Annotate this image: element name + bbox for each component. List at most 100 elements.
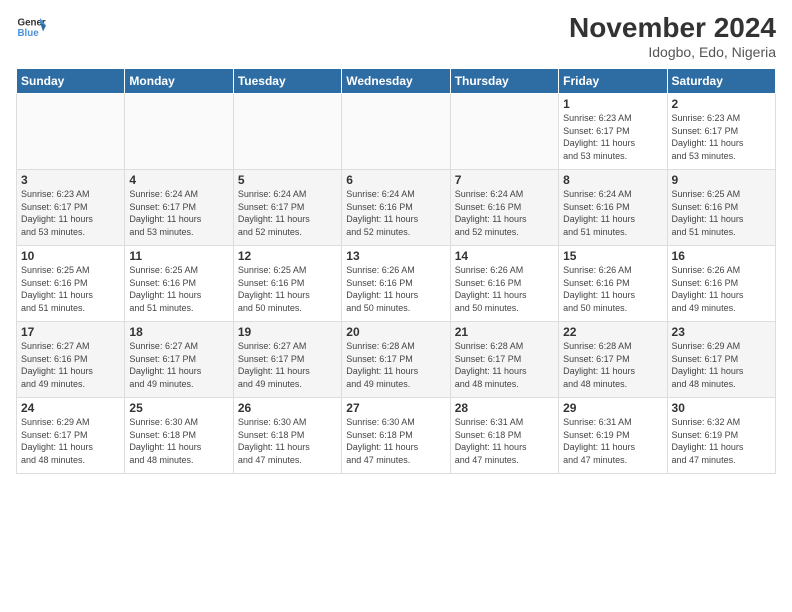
day-info: Sunrise: 6:28 AM Sunset: 6:17 PM Dayligh…	[455, 340, 554, 390]
day-number: 8	[563, 173, 662, 187]
day-info: Sunrise: 6:24 AM Sunset: 6:17 PM Dayligh…	[129, 188, 228, 238]
day-header-sunday: Sunday	[17, 69, 125, 94]
day-number: 11	[129, 249, 228, 263]
header: General Blue November 2024 Idogbo, Edo, …	[16, 12, 776, 60]
logo-icon: General Blue	[16, 12, 46, 42]
week-row-3: 10Sunrise: 6:25 AM Sunset: 6:16 PM Dayli…	[17, 246, 776, 322]
day-cell: 15Sunrise: 6:26 AM Sunset: 6:16 PM Dayli…	[559, 246, 667, 322]
day-cell: 6Sunrise: 6:24 AM Sunset: 6:16 PM Daylig…	[342, 170, 450, 246]
day-cell	[342, 94, 450, 170]
day-info: Sunrise: 6:24 AM Sunset: 6:16 PM Dayligh…	[563, 188, 662, 238]
day-info: Sunrise: 6:30 AM Sunset: 6:18 PM Dayligh…	[238, 416, 337, 466]
day-info: Sunrise: 6:23 AM Sunset: 6:17 PM Dayligh…	[672, 112, 771, 162]
day-info: Sunrise: 6:26 AM Sunset: 6:16 PM Dayligh…	[346, 264, 445, 314]
day-number: 2	[672, 97, 771, 111]
day-cell: 5Sunrise: 6:24 AM Sunset: 6:17 PM Daylig…	[233, 170, 341, 246]
day-cell: 20Sunrise: 6:28 AM Sunset: 6:17 PM Dayli…	[342, 322, 450, 398]
day-cell: 24Sunrise: 6:29 AM Sunset: 6:17 PM Dayli…	[17, 398, 125, 474]
day-number: 12	[238, 249, 337, 263]
day-info: Sunrise: 6:30 AM Sunset: 6:18 PM Dayligh…	[346, 416, 445, 466]
day-cell: 3Sunrise: 6:23 AM Sunset: 6:17 PM Daylig…	[17, 170, 125, 246]
day-cell: 16Sunrise: 6:26 AM Sunset: 6:16 PM Dayli…	[667, 246, 775, 322]
day-cell: 21Sunrise: 6:28 AM Sunset: 6:17 PM Dayli…	[450, 322, 558, 398]
day-cell: 1Sunrise: 6:23 AM Sunset: 6:17 PM Daylig…	[559, 94, 667, 170]
day-number: 26	[238, 401, 337, 415]
day-info: Sunrise: 6:29 AM Sunset: 6:17 PM Dayligh…	[672, 340, 771, 390]
day-info: Sunrise: 6:31 AM Sunset: 6:18 PM Dayligh…	[455, 416, 554, 466]
day-info: Sunrise: 6:25 AM Sunset: 6:16 PM Dayligh…	[238, 264, 337, 314]
subtitle: Idogbo, Edo, Nigeria	[569, 44, 776, 60]
day-info: Sunrise: 6:30 AM Sunset: 6:18 PM Dayligh…	[129, 416, 228, 466]
day-cell: 7Sunrise: 6:24 AM Sunset: 6:16 PM Daylig…	[450, 170, 558, 246]
day-info: Sunrise: 6:24 AM Sunset: 6:17 PM Dayligh…	[238, 188, 337, 238]
page: General Blue November 2024 Idogbo, Edo, …	[0, 0, 792, 612]
main-title: November 2024	[569, 12, 776, 44]
day-cell: 27Sunrise: 6:30 AM Sunset: 6:18 PM Dayli…	[342, 398, 450, 474]
day-cell: 23Sunrise: 6:29 AM Sunset: 6:17 PM Dayli…	[667, 322, 775, 398]
day-info: Sunrise: 6:25 AM Sunset: 6:16 PM Dayligh…	[21, 264, 120, 314]
calendar-table: SundayMondayTuesdayWednesdayThursdayFrid…	[16, 68, 776, 474]
day-header-saturday: Saturday	[667, 69, 775, 94]
day-info: Sunrise: 6:31 AM Sunset: 6:19 PM Dayligh…	[563, 416, 662, 466]
day-number: 18	[129, 325, 228, 339]
day-info: Sunrise: 6:27 AM Sunset: 6:16 PM Dayligh…	[21, 340, 120, 390]
day-cell: 22Sunrise: 6:28 AM Sunset: 6:17 PM Dayli…	[559, 322, 667, 398]
day-number: 13	[346, 249, 445, 263]
day-header-tuesday: Tuesday	[233, 69, 341, 94]
day-number: 14	[455, 249, 554, 263]
day-cell: 2Sunrise: 6:23 AM Sunset: 6:17 PM Daylig…	[667, 94, 775, 170]
day-cell	[233, 94, 341, 170]
day-cell: 30Sunrise: 6:32 AM Sunset: 6:19 PM Dayli…	[667, 398, 775, 474]
day-info: Sunrise: 6:27 AM Sunset: 6:17 PM Dayligh…	[238, 340, 337, 390]
day-number: 7	[455, 173, 554, 187]
day-info: Sunrise: 6:28 AM Sunset: 6:17 PM Dayligh…	[346, 340, 445, 390]
day-cell: 11Sunrise: 6:25 AM Sunset: 6:16 PM Dayli…	[125, 246, 233, 322]
week-row-2: 3Sunrise: 6:23 AM Sunset: 6:17 PM Daylig…	[17, 170, 776, 246]
day-number: 1	[563, 97, 662, 111]
day-info: Sunrise: 6:29 AM Sunset: 6:17 PM Dayligh…	[21, 416, 120, 466]
day-info: Sunrise: 6:26 AM Sunset: 6:16 PM Dayligh…	[455, 264, 554, 314]
day-cell: 17Sunrise: 6:27 AM Sunset: 6:16 PM Dayli…	[17, 322, 125, 398]
header-row: SundayMondayTuesdayWednesdayThursdayFrid…	[17, 69, 776, 94]
day-number: 3	[21, 173, 120, 187]
svg-text:Blue: Blue	[18, 28, 40, 39]
day-info: Sunrise: 6:23 AM Sunset: 6:17 PM Dayligh…	[21, 188, 120, 238]
day-info: Sunrise: 6:25 AM Sunset: 6:16 PM Dayligh…	[672, 188, 771, 238]
day-cell: 4Sunrise: 6:24 AM Sunset: 6:17 PM Daylig…	[125, 170, 233, 246]
day-info: Sunrise: 6:25 AM Sunset: 6:16 PM Dayligh…	[129, 264, 228, 314]
day-number: 17	[21, 325, 120, 339]
title-section: November 2024 Idogbo, Edo, Nigeria	[569, 12, 776, 60]
day-number: 25	[129, 401, 228, 415]
day-number: 19	[238, 325, 337, 339]
day-number: 5	[238, 173, 337, 187]
day-info: Sunrise: 6:27 AM Sunset: 6:17 PM Dayligh…	[129, 340, 228, 390]
week-row-4: 17Sunrise: 6:27 AM Sunset: 6:16 PM Dayli…	[17, 322, 776, 398]
day-number: 16	[672, 249, 771, 263]
day-info: Sunrise: 6:24 AM Sunset: 6:16 PM Dayligh…	[455, 188, 554, 238]
day-cell: 25Sunrise: 6:30 AM Sunset: 6:18 PM Dayli…	[125, 398, 233, 474]
logo: General Blue	[16, 12, 46, 42]
day-number: 30	[672, 401, 771, 415]
day-number: 6	[346, 173, 445, 187]
day-number: 10	[21, 249, 120, 263]
day-header-wednesday: Wednesday	[342, 69, 450, 94]
day-cell: 28Sunrise: 6:31 AM Sunset: 6:18 PM Dayli…	[450, 398, 558, 474]
day-number: 20	[346, 325, 445, 339]
day-cell: 8Sunrise: 6:24 AM Sunset: 6:16 PM Daylig…	[559, 170, 667, 246]
day-cell: 29Sunrise: 6:31 AM Sunset: 6:19 PM Dayli…	[559, 398, 667, 474]
day-info: Sunrise: 6:26 AM Sunset: 6:16 PM Dayligh…	[563, 264, 662, 314]
day-number: 28	[455, 401, 554, 415]
day-number: 9	[672, 173, 771, 187]
day-cell: 9Sunrise: 6:25 AM Sunset: 6:16 PM Daylig…	[667, 170, 775, 246]
day-cell: 12Sunrise: 6:25 AM Sunset: 6:16 PM Dayli…	[233, 246, 341, 322]
day-info: Sunrise: 6:24 AM Sunset: 6:16 PM Dayligh…	[346, 188, 445, 238]
day-header-thursday: Thursday	[450, 69, 558, 94]
day-info: Sunrise: 6:32 AM Sunset: 6:19 PM Dayligh…	[672, 416, 771, 466]
day-number: 29	[563, 401, 662, 415]
day-info: Sunrise: 6:26 AM Sunset: 6:16 PM Dayligh…	[672, 264, 771, 314]
week-row-5: 24Sunrise: 6:29 AM Sunset: 6:17 PM Dayli…	[17, 398, 776, 474]
day-cell: 13Sunrise: 6:26 AM Sunset: 6:16 PM Dayli…	[342, 246, 450, 322]
day-cell: 18Sunrise: 6:27 AM Sunset: 6:17 PM Dayli…	[125, 322, 233, 398]
day-number: 22	[563, 325, 662, 339]
day-cell: 14Sunrise: 6:26 AM Sunset: 6:16 PM Dayli…	[450, 246, 558, 322]
